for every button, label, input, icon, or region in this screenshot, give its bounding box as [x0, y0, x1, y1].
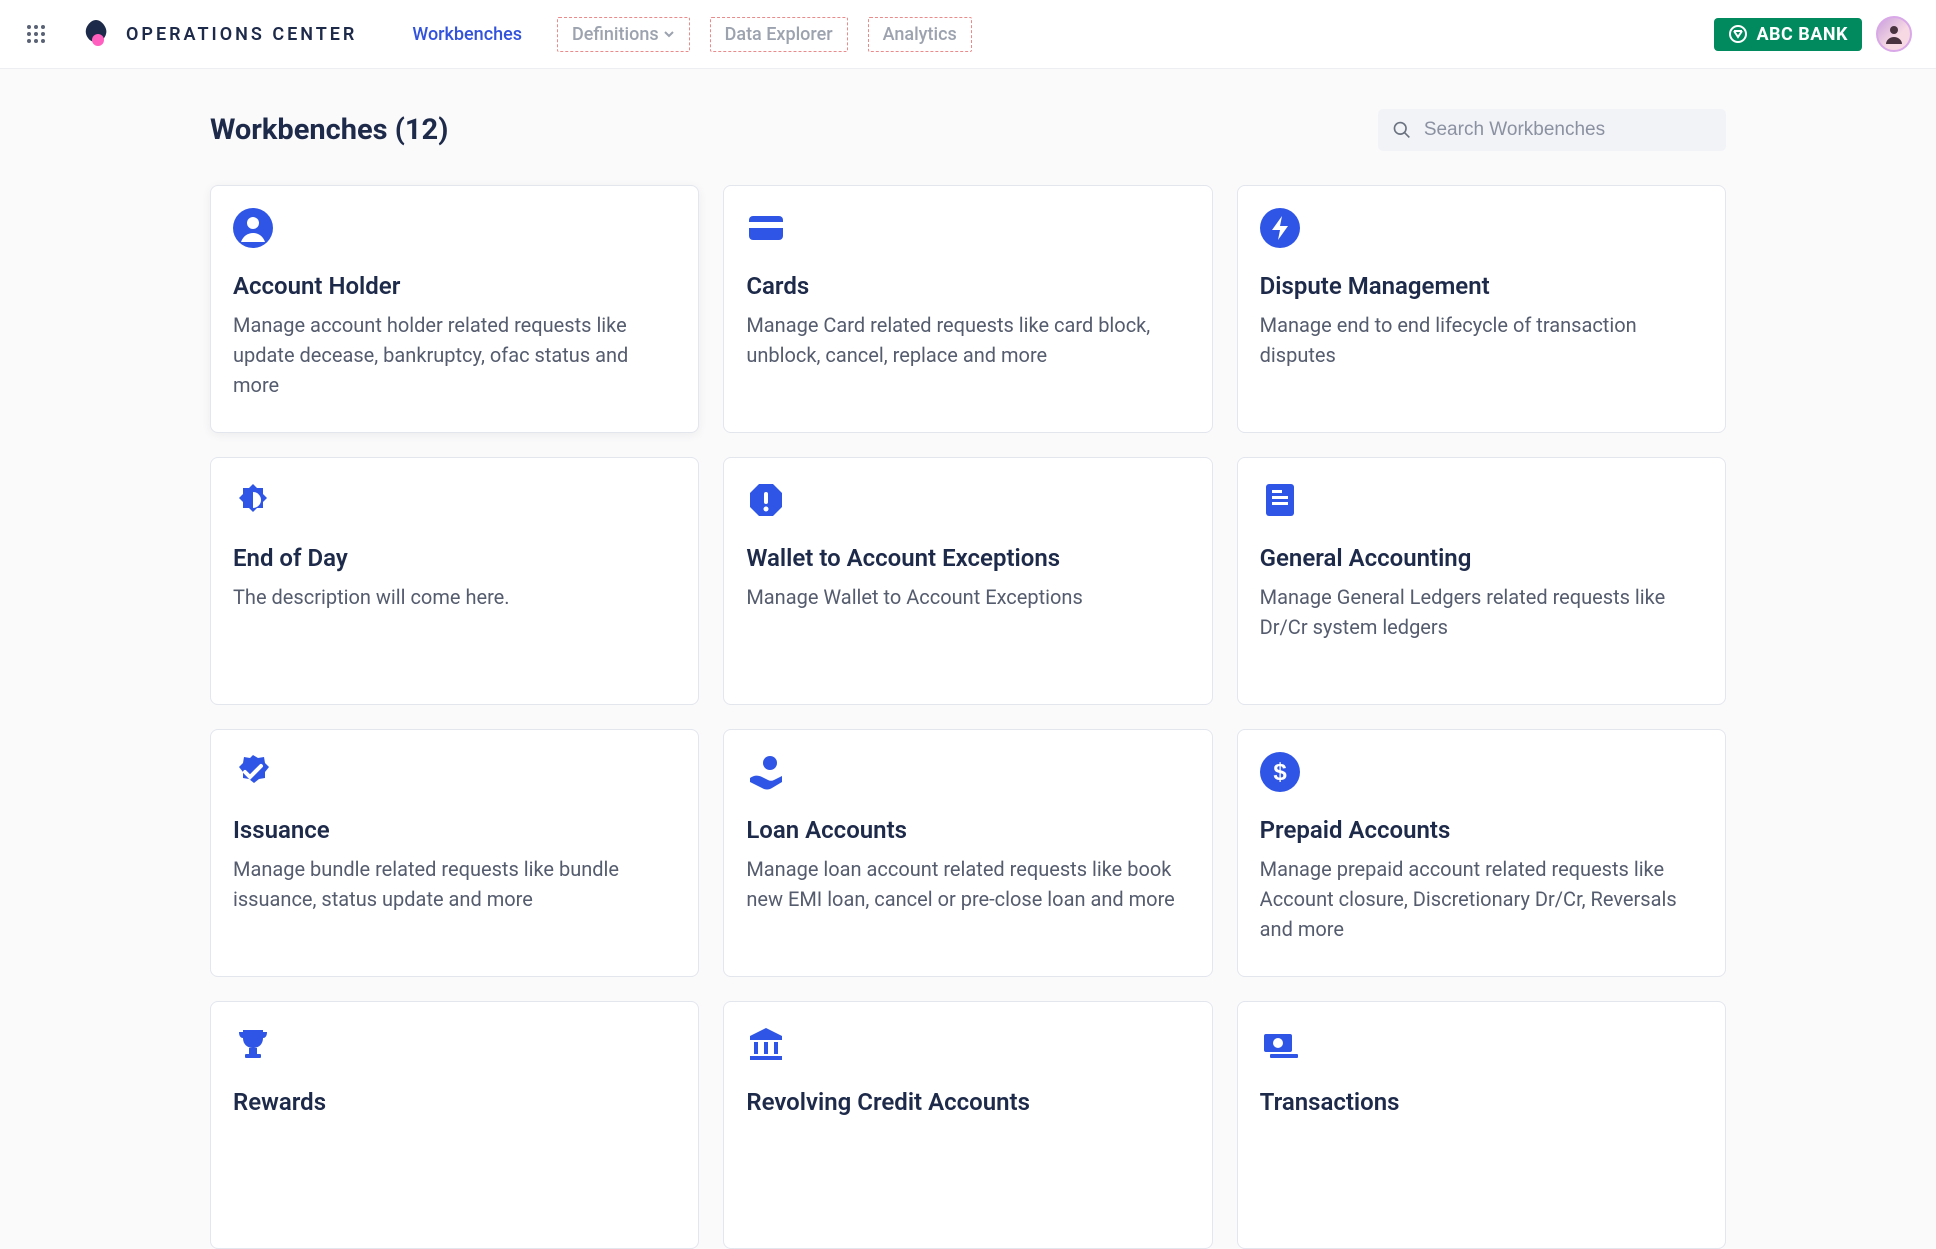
topbar-right: ABC BANK	[1714, 16, 1912, 52]
workbench-grid: Account Holder Manage account holder rela…	[210, 185, 1726, 1249]
workbench-card-desc: Manage Card related requests like card b…	[746, 310, 1189, 370]
workbench-card[interactable]: Cards Manage Card related requests like c…	[723, 185, 1212, 433]
nav-tabs: Workbenches Definitions Data Explorer An…	[397, 17, 971, 52]
topbar: OPERATIONS CENTER Workbenches Definition…	[0, 0, 1936, 69]
bank-icon	[746, 1024, 786, 1064]
alert-octagon-icon	[746, 480, 786, 520]
brightness-icon	[233, 480, 273, 520]
workbench-card-title: Dispute Management	[1260, 272, 1703, 300]
workbench-card-desc: Manage end to end lifecycle of transacti…	[1260, 310, 1703, 370]
verified-icon	[233, 752, 273, 792]
page-header: Workbenches (12)	[210, 109, 1726, 151]
workbench-card-title: Account Holder	[233, 272, 676, 300]
search-box[interactable]	[1378, 109, 1726, 151]
chevron-down-icon	[663, 28, 675, 40]
workbench-card[interactable]: Revolving Credit Accounts	[723, 1001, 1212, 1249]
workbench-card-desc: Manage account holder related requests l…	[233, 310, 676, 400]
user-avatar[interactable]	[1876, 16, 1912, 52]
hand-coin-icon	[746, 752, 786, 792]
bolt-circle-icon	[1260, 208, 1300, 248]
nav-tab-definitions[interactable]: Definitions	[557, 17, 690, 52]
apps-grid-icon[interactable]	[24, 22, 48, 46]
workbench-card-title: Revolving Credit Accounts	[746, 1088, 1189, 1116]
workbench-card-desc: Manage General Ledgers related requests …	[1260, 582, 1703, 642]
workbench-card-desc: Manage prepaid account related requests …	[1260, 854, 1703, 944]
workbench-card[interactable]: General Accounting Manage General Ledgers…	[1237, 457, 1726, 705]
workbench-card-desc: Manage bundle related requests like bund…	[233, 854, 676, 914]
workbench-card-title: Prepaid Accounts	[1260, 816, 1703, 844]
nav-tab-data-explorer[interactable]: Data Explorer	[710, 17, 848, 52]
nav-tab-label: Definitions	[572, 24, 659, 45]
tenant-badge[interactable]: ABC BANK	[1714, 18, 1862, 51]
tenant-logo-icon	[1728, 24, 1748, 44]
avatar-icon	[1882, 22, 1906, 46]
search-icon	[1392, 119, 1412, 141]
workbench-card-title: Loan Accounts	[746, 816, 1189, 844]
workbench-card-title: End of Day	[233, 544, 676, 572]
workbench-card[interactable]: Issuance Manage bundle related requests l…	[210, 729, 699, 977]
dollar-circle-icon	[1260, 752, 1300, 792]
nav-tab-analytics[interactable]: Analytics	[868, 17, 972, 52]
workbench-card[interactable]: Transactions	[1237, 1001, 1726, 1249]
cash-icon	[1260, 1024, 1300, 1064]
workbench-card-title: Issuance	[233, 816, 676, 844]
workbench-card-title: General Accounting	[1260, 544, 1703, 572]
workbench-card[interactable]: End of Day The description will come here…	[210, 457, 699, 705]
page-title-prefix: Workbenches	[210, 113, 388, 147]
trophy-icon	[233, 1024, 273, 1064]
nav-tab-workbenches[interactable]: Workbenches	[397, 17, 537, 52]
workbench-card[interactable]: Rewards	[210, 1001, 699, 1249]
workbench-card-title: Rewards	[233, 1088, 676, 1116]
workbench-card[interactable]: Dispute Management Manage end to end life…	[1237, 185, 1726, 433]
page-title-count: 12	[405, 113, 438, 147]
workbench-card[interactable]: Prepaid Accounts Manage prepaid account r…	[1237, 729, 1726, 977]
workbench-card-desc: The description will come here.	[233, 582, 676, 612]
workbench-card-title: Transactions	[1260, 1088, 1703, 1116]
workbench-card[interactable]: Account Holder Manage account holder rela…	[210, 185, 699, 433]
brand-logo-icon	[80, 18, 112, 50]
workbench-card-desc: Manage loan account related requests lik…	[746, 854, 1189, 914]
workbench-card[interactable]: Wallet to Account Exceptions Manage Walle…	[723, 457, 1212, 705]
workbench-card-title: Cards	[746, 272, 1189, 300]
ledger-icon	[1260, 480, 1300, 520]
brand[interactable]: OPERATIONS CENTER	[80, 18, 357, 50]
page-content: Workbenches (12) Account Holder Manage ac…	[0, 69, 1936, 1249]
page-title: Workbenches (12)	[210, 113, 448, 147]
search-input[interactable]	[1424, 119, 1712, 141]
workbench-card-title: Wallet to Account Exceptions	[746, 544, 1189, 572]
brand-name: OPERATIONS CENTER	[126, 24, 357, 45]
person-circle-icon	[233, 208, 273, 248]
tenant-label: ABC BANK	[1756, 24, 1848, 45]
credit-card-icon	[746, 208, 786, 248]
workbench-card-desc: Manage Wallet to Account Exceptions	[746, 582, 1189, 612]
workbench-card[interactable]: Loan Accounts Manage loan account related…	[723, 729, 1212, 977]
